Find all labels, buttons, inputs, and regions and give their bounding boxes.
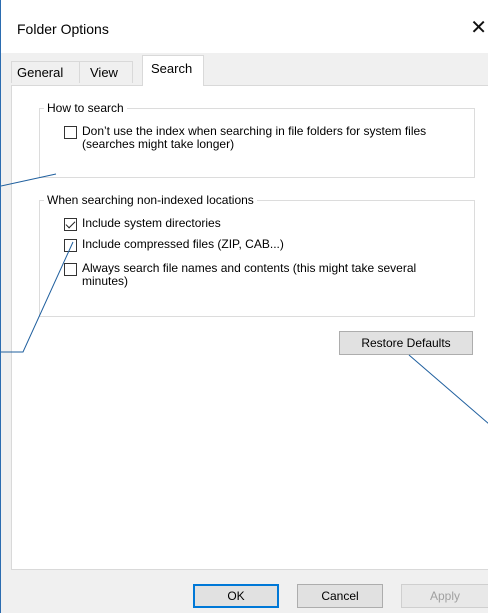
search-contents-label: Always search file names and contents (t… [82,261,417,288]
title-bar[interactable]: Folder Options ✕ [1,0,488,53]
include-compressed-label: Include compressed files (ZIP, CAB...) [82,237,284,251]
include-system-dirs-checkbox[interactable] [64,218,77,231]
non-indexed-legend: When searching non-indexed locations [47,193,254,207]
ok-button[interactable]: OK [193,584,279,608]
tab-view[interactable]: View [80,61,133,83]
non-indexed-group: When searching non-indexed locations [39,193,475,317]
cancel-button[interactable]: Cancel [297,584,383,608]
dont-use-index-label: Don’t use the index when searching in fi… [82,124,427,151]
restore-defaults-button[interactable]: Restore Defaults [339,331,473,355]
dont-use-index-checkbox[interactable] [64,126,77,139]
dont-use-index-option[interactable]: Don’t use the index when searching in fi… [64,125,444,151]
tab-strip: General View Search [11,55,488,86]
include-compressed-option[interactable]: Include compressed files (ZIP, CAB...) [64,238,444,252]
apply-button[interactable]: Apply [401,584,488,608]
include-system-dirs-label: Include system directories [82,216,221,230]
search-contents-checkbox[interactable] [64,263,77,276]
tab-general[interactable]: General [11,61,80,83]
window-title: Folder Options [17,21,109,37]
close-icon[interactable]: ✕ [457,10,488,44]
search-contents-option[interactable]: Always search file names and contents (t… [64,262,444,288]
include-system-dirs-option[interactable]: Include system directories [64,217,444,231]
search-tab-panel: How to search Don’t use the index when s… [11,85,488,570]
include-compressed-checkbox[interactable] [64,239,77,252]
how-to-search-legend: How to search [47,101,124,115]
folder-options-window: Folder Options ✕ General View Search How… [0,0,488,613]
tab-search[interactable]: Search [142,55,204,86]
